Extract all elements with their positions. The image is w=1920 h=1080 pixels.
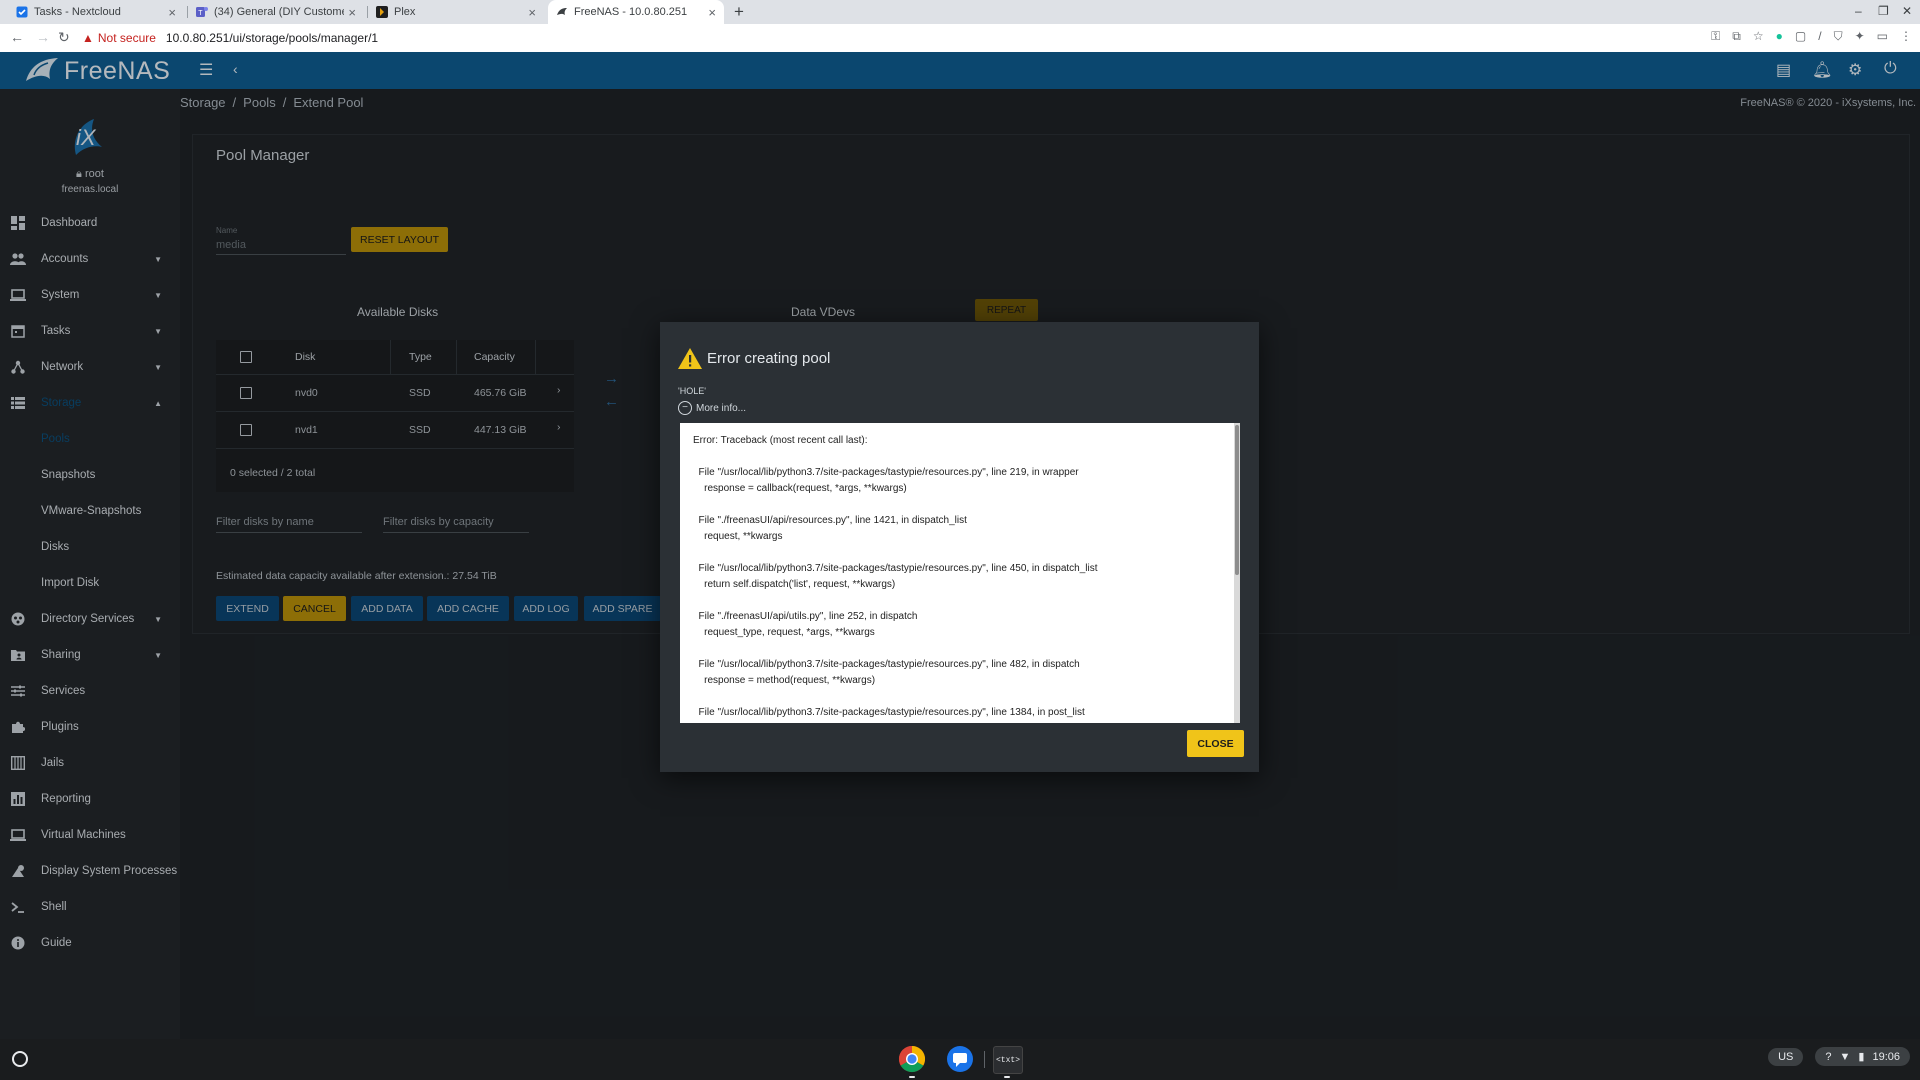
- error-dialog: Error creating pool 'HOLE' − More info..…: [660, 322, 1259, 772]
- extension-shield-icon[interactable]: ⛉: [1834, 29, 1843, 44]
- traceback-line: response = callback(request, *args, **kw…: [693, 483, 907, 494]
- restore-icon[interactable]: ❐: [1878, 4, 1889, 18]
- traceback-line: response = method(request, **kwargs): [693, 675, 876, 686]
- back-icon[interactable]: ←: [10, 29, 24, 45]
- tab-nextcloud[interactable]: Tasks - Nextcloud ×: [8, 0, 184, 24]
- close-icon[interactable]: ×: [168, 5, 176, 20]
- error-message: 'HOLE': [678, 386, 706, 396]
- traceback-line: File "./freenasUI/api/resources.py", lin…: [693, 515, 967, 526]
- chrome-icon[interactable]: [898, 1045, 926, 1073]
- more-info-label: More info...: [696, 402, 747, 414]
- traceback-line: File "/usr/local/lib/python3.7/site-pack…: [693, 467, 1079, 478]
- system-tray[interactable]: US ? ▼ ▮ 19:06: [1768, 1047, 1910, 1066]
- traceback-textarea[interactable]: Error: Traceback (most recent call last)…: [680, 423, 1234, 723]
- warning-icon: [678, 348, 702, 369]
- extension-grammarly-icon[interactable]: ●: [1776, 29, 1783, 44]
- more-info-toggle[interactable]: − More info...: [678, 401, 746, 415]
- traceback-line: Error: Traceback (most recent call last)…: [693, 435, 868, 446]
- key-icon[interactable]: ⚿: [1711, 29, 1720, 44]
- tab-title: Tasks - Nextcloud: [34, 6, 121, 18]
- tab-freenas[interactable]: FreeNAS - 10.0.80.251 ×: [548, 0, 724, 24]
- close-button[interactable]: CLOSE: [1187, 730, 1244, 757]
- address-bar[interactable]: ▲ Not secure 10.0.80.251/ui/storage/pool…: [82, 27, 1662, 49]
- window-close-icon[interactable]: ✕: [1902, 4, 1912, 18]
- teams-favicon-icon: T: [196, 7, 208, 17]
- extension-icon[interactable]: ▢: [1795, 29, 1806, 44]
- star-icon[interactable]: ☆: [1753, 29, 1764, 44]
- traceback-line: File "/usr/local/lib/python3.7/site-pack…: [693, 659, 1080, 670]
- dialog-title: Error creating pool: [707, 350, 831, 367]
- minimize-icon[interactable]: –: [1855, 4, 1862, 18]
- text-app-icon[interactable]: <txt>: [993, 1046, 1023, 1074]
- extension-bird-icon[interactable]: ✦: [1855, 29, 1865, 44]
- input-method-indicator[interactable]: US: [1768, 1047, 1804, 1066]
- traceback-line: request, **kwargs: [693, 531, 783, 542]
- tab-plex[interactable]: Plex ×: [368, 0, 544, 24]
- help-icon: ?: [1825, 1050, 1832, 1063]
- tab-title: (34) General (DIY Customer Mod: [214, 6, 344, 18]
- traceback-line: return self.dispatch('list', request, **…: [693, 579, 896, 590]
- checkbox-favicon-icon: [16, 6, 28, 18]
- tab-title: Plex: [394, 6, 416, 18]
- toolbar-icons: ⚿ ⧉ ☆ ● ▢ / ⛉ ✦ ▭ ⋮: [1711, 29, 1912, 44]
- close-icon[interactable]: ×: [348, 5, 356, 20]
- collapse-minus-icon: −: [678, 401, 692, 415]
- extension-pen-icon[interactable]: /: [1818, 29, 1821, 44]
- tab-title: FreeNAS - 10.0.80.251: [574, 6, 688, 18]
- browser-toolbar: ← → ↻ ▲ Not secure 10.0.80.251/ui/storag…: [0, 24, 1920, 53]
- reload-icon[interactable]: ↻: [58, 29, 70, 46]
- traceback-scroll-thumb[interactable]: [1235, 425, 1239, 575]
- cast-icon[interactable]: ▭: [1877, 29, 1888, 44]
- battery-icon: ▮: [1858, 1051, 1865, 1063]
- wifi-icon: ▼: [1839, 1050, 1851, 1063]
- traceback-line: File "/usr/local/lib/python3.7/site-pack…: [693, 707, 1085, 718]
- traceback-line: File "/usr/local/lib/python3.7/site-pack…: [693, 563, 1098, 574]
- running-indicator: [909, 1076, 915, 1078]
- forward-icon[interactable]: →: [36, 29, 50, 45]
- text-app-label: <txt>: [995, 1055, 1020, 1065]
- not-secure-label: Not secure: [97, 31, 156, 45]
- warning-icon: ▲: [82, 31, 94, 45]
- new-tab-button[interactable]: +: [734, 2, 744, 22]
- traceback-line: File "./freenasUI/api/utils.py", line 25…: [693, 611, 918, 622]
- freenas-favicon-icon: [557, 8, 567, 15]
- clock-time: 19:06: [1872, 1050, 1900, 1063]
- traceback-line: request_type, request, *args, **kwargs: [693, 627, 875, 638]
- url-text: 10.0.80.251/ui/storage/pools/manager/1: [165, 31, 379, 45]
- close-icon[interactable]: ×: [528, 5, 536, 20]
- svg-text:T: T: [198, 10, 203, 17]
- messages-app-icon[interactable]: [946, 1045, 974, 1073]
- plex-favicon-icon: [376, 6, 388, 18]
- tab-teams[interactable]: T (34) General (DIY Customer Mod ×: [188, 0, 364, 24]
- browser-tab-strip: Tasks - Nextcloud × T (34) General (DIY …: [0, 0, 1920, 24]
- menu-dots-icon[interactable]: ⋮: [1900, 29, 1912, 44]
- launcher-circle-icon[interactable]: [12, 1051, 28, 1067]
- open-external-icon[interactable]: ⧉: [1732, 29, 1741, 44]
- shelf-divider: [984, 1051, 985, 1068]
- status-area[interactable]: ? ▼ ▮ 19:06: [1815, 1047, 1910, 1066]
- os-taskbar: <txt> US ? ▼ ▮ 19:06: [0, 1039, 1920, 1080]
- close-icon[interactable]: ×: [708, 5, 716, 20]
- running-indicator: [1004, 1076, 1010, 1078]
